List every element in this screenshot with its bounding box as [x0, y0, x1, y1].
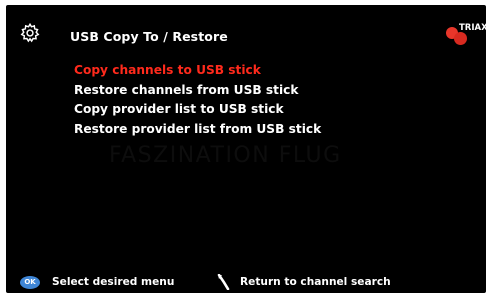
background-watermark: FASZINATION FLUG — [109, 143, 342, 168]
triax-logo: TRIAX — [446, 21, 486, 51]
logo-dot-small — [454, 32, 467, 45]
logo-wordmark: TRIAX — [459, 23, 486, 33]
gear-icon — [20, 22, 40, 43]
ok-button-icon: OK — [20, 276, 40, 289]
menu-item-copy-provider-list[interactable]: Copy provider list to USB stick — [74, 100, 321, 120]
hint-select-menu: Select desired menu — [52, 276, 175, 288]
usb-menu: Copy channels to USB stick Restore chann… — [74, 61, 321, 139]
back-arrow-icon — [217, 274, 230, 290]
menu-item-copy-channels[interactable]: Copy channels to USB stick — [74, 61, 321, 81]
tv-screen: USB Copy To / Restore TRIAX Copy channel… — [6, 5, 486, 293]
footer-hints: OK Select desired menu Return to channel… — [6, 274, 486, 293]
menu-item-restore-channels[interactable]: Restore channels from USB stick — [74, 81, 321, 101]
page-title: USB Copy To / Restore — [70, 29, 228, 44]
menu-item-restore-provider-list[interactable]: Restore provider list from USB stick — [74, 120, 321, 140]
hint-return-channel-search: Return to channel search — [240, 276, 391, 288]
